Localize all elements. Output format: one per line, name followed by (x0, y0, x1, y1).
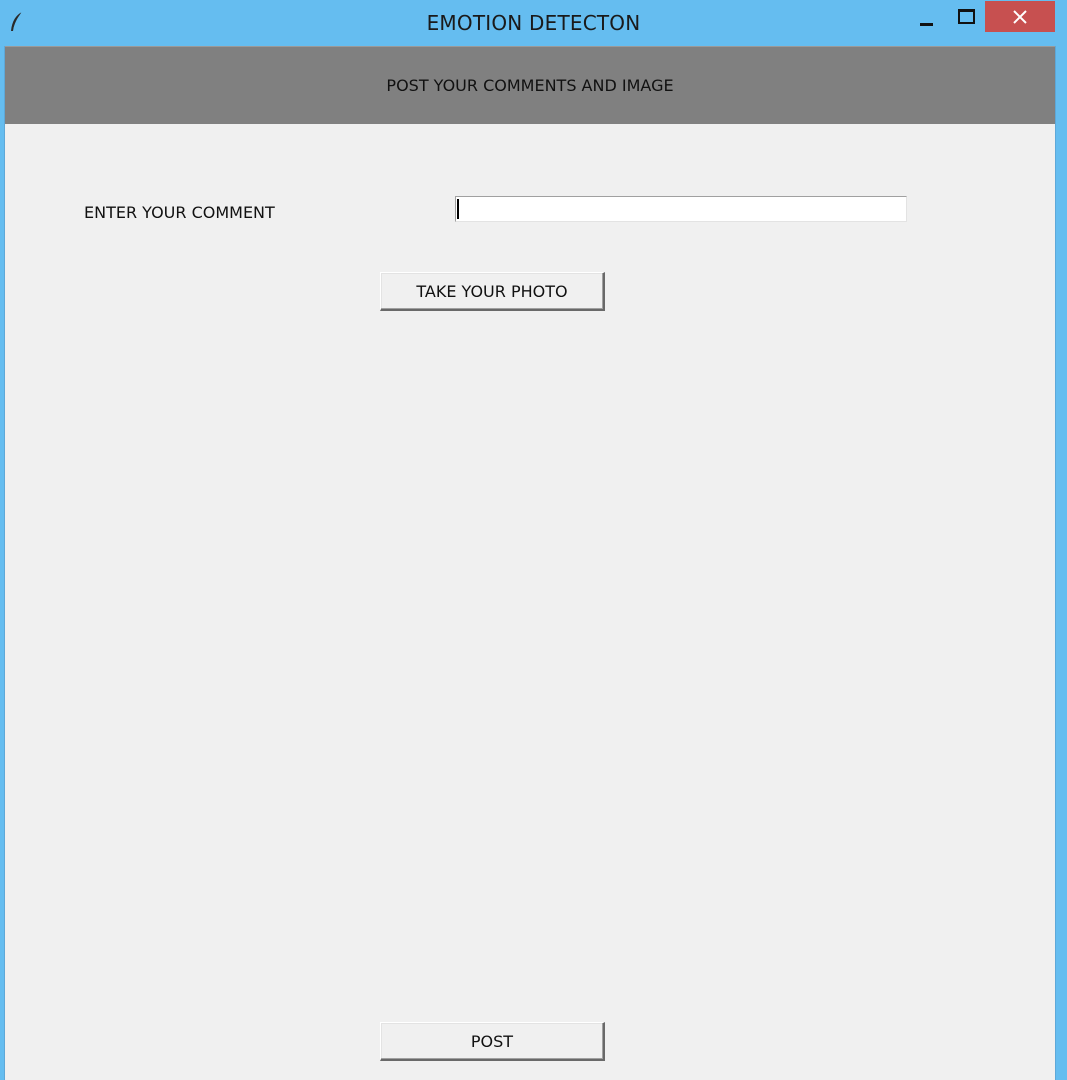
header-title: POST YOUR COMMENTS AND IMAGE (386, 76, 674, 95)
close-button[interactable] (985, 1, 1055, 32)
comment-input[interactable] (455, 196, 907, 222)
close-icon (1013, 10, 1027, 24)
minimize-icon[interactable] (912, 6, 940, 32)
header-band: POST YOUR COMMENTS AND IMAGE (5, 46, 1055, 124)
app-window: EMOTION DETECTON POST YOUR COMMENTS AND … (0, 0, 1067, 1080)
client-area: POST YOUR COMMENTS AND IMAGE ENTER YOUR … (4, 46, 1056, 1080)
text-cursor (457, 199, 459, 219)
title-bar[interactable]: EMOTION DETECTON (0, 0, 1067, 46)
post-button[interactable]: POST (380, 1022, 605, 1061)
comment-label: ENTER YOUR COMMENT (84, 203, 275, 222)
window-title: EMOTION DETECTON (426, 11, 641, 35)
take-photo-button[interactable]: TAKE YOUR PHOTO (380, 272, 605, 311)
maximize-icon[interactable] (950, 6, 980, 32)
